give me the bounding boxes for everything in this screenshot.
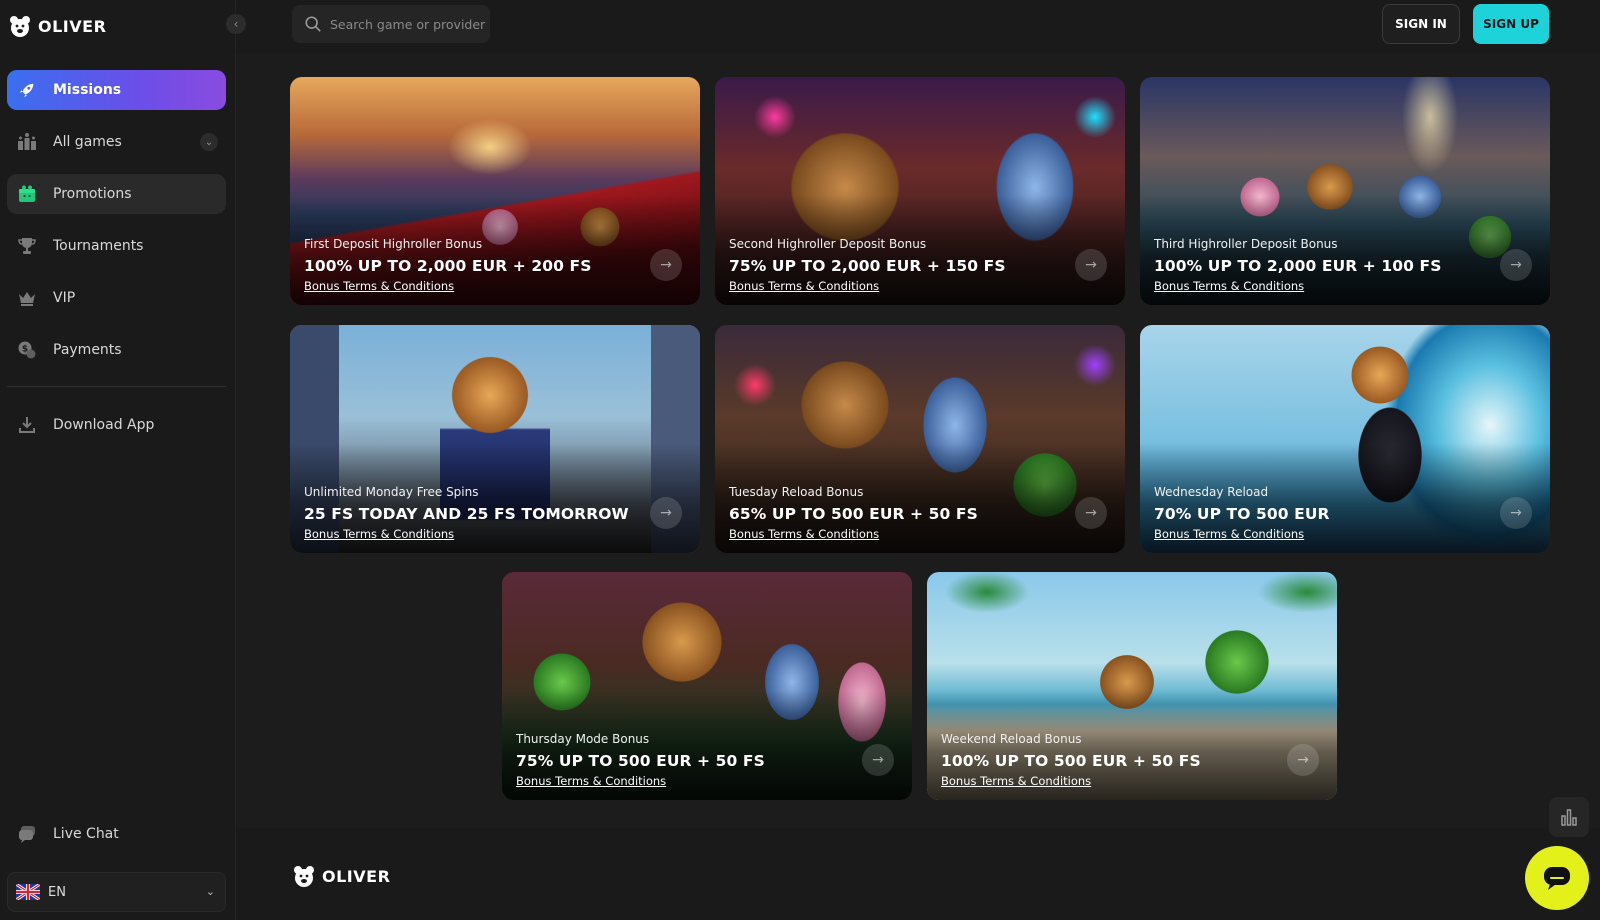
crown-icon [17,288,37,308]
uk-flag-icon [16,884,40,900]
top-header: SIGN IN SIGN UP [236,0,1600,54]
promo-terms-link[interactable]: Bonus Terms & Conditions [729,527,879,541]
arrow-right-icon[interactable]: → [650,249,682,281]
search-box[interactable] [292,5,490,43]
sidebar-item-label: Download App [53,417,155,433]
promo-terms-link[interactable]: Bonus Terms & Conditions [516,774,666,788]
sidebar-nav: Missions All games ⌄ Promotions Tourname… [7,70,226,382]
promo-terms-link[interactable]: Bonus Terms & Conditions [304,279,454,293]
promo-title: 75% UP TO 2,000 EUR + 150 FS [729,257,1006,275]
sidebar-collapse-button[interactable]: ‹ [226,14,246,34]
sidebar-item-label: Promotions [53,186,132,202]
promo-subtitle: Second Highroller Deposit Bonus [729,237,927,251]
sidebar-item-label: Payments [53,342,122,358]
promo-card[interactable]: Second Highroller Deposit Bonus 75% UP T… [715,77,1125,305]
sidebar-item-tournaments[interactable]: Tournaments [7,226,226,266]
sidebar-item-all-games[interactable]: All games ⌄ [7,122,226,162]
rocket-icon [17,80,37,100]
promo-title: 100% UP TO 500 EUR + 50 FS [941,752,1201,770]
arrow-right-icon[interactable]: → [862,744,894,776]
sign-in-button[interactable]: SIGN IN [1382,4,1460,44]
brand-name: OLIVER [322,866,391,886]
promo-subtitle: First Deposit Highroller Bonus [304,237,483,251]
promo-title: 65% UP TO 500 EUR + 50 FS [729,505,978,523]
live-chat-section: Live Chat [7,814,226,866]
footer-logo[interactable]: OLIVER [292,864,390,888]
promo-title: 100% UP TO 2,000 EUR + 200 FS [304,257,592,275]
arrow-right-icon[interactable]: → [1500,497,1532,529]
bear-logo-icon [294,866,314,887]
sidebar-item-label: All games [53,134,122,150]
promo-subtitle: Weekend Reload Bonus [941,732,1082,746]
sidebar-item-missions[interactable]: Missions [7,70,226,110]
arrow-right-icon[interactable]: → [1075,497,1107,529]
arrow-right-icon[interactable]: → [1075,249,1107,281]
promo-terms-link[interactable]: Bonus Terms & Conditions [729,279,879,293]
arrow-right-icon[interactable]: → [1287,744,1319,776]
sidebar-item-vip[interactable]: VIP [7,278,226,318]
sidebar-item-download-app[interactable]: Download App [7,405,226,445]
stats-button[interactable] [1549,797,1589,837]
chevron-down-icon[interactable]: ⌄ [200,133,218,151]
chevron-down-icon: ⌄ [205,885,215,898]
live-chat-button[interactable] [1525,846,1589,910]
sidebar-item-label: VIP [53,290,76,306]
promo-subtitle: Tuesday Reload Bonus [729,485,864,499]
promo-card[interactable]: First Deposit Highroller Bonus 100% UP T… [290,77,700,305]
bar-chart-icon [1561,809,1577,826]
trophy-icon [17,236,37,256]
brand-name: OLIVER [38,16,107,36]
promo-card[interactable]: Thursday Mode Bonus 75% UP TO 500 EUR + … [502,572,912,800]
language-code: EN [48,884,66,900]
chat-bubble-icon [1544,867,1570,890]
sidebar-item-payments[interactable]: $ Payments [7,330,226,370]
bear-logo-icon [10,16,30,37]
promo-subtitle: Wednesday Reload [1154,485,1269,499]
promo-subtitle: Unlimited Monday Free Spins [304,485,479,499]
promo-card[interactable]: Weekend Reload Bonus 100% UP TO 500 EUR … [927,572,1337,800]
chevron-left-icon: ‹ [233,17,239,31]
promo-terms-link[interactable]: Bonus Terms & Conditions [304,527,454,541]
page-footer: OLIVER [236,828,1600,920]
promo-terms-link[interactable]: Bonus Terms & Conditions [1154,527,1304,541]
promo-terms-link[interactable]: Bonus Terms & Conditions [941,774,1091,788]
promo-subtitle: Third Highroller Deposit Bonus [1154,237,1338,251]
sidebar-item-live-chat[interactable]: Live Chat [7,814,226,854]
sidebar-item-label: Tournaments [53,238,144,254]
chat-icon [17,824,37,844]
promo-card[interactable]: Unlimited Monday Free Spins 25 FS TODAY … [290,325,700,553]
sidebar-item-promotions[interactable]: Promotions [7,174,226,214]
search-icon [305,16,321,32]
arrow-right-icon[interactable]: → [1500,249,1532,281]
download-section: Download App [7,405,226,457]
promo-title: 100% UP TO 2,000 EUR + 100 FS [1154,257,1442,275]
promo-terms-link[interactable]: Bonus Terms & Conditions [1154,279,1304,293]
search-input[interactable] [330,16,490,32]
promo-card[interactable]: Wednesday Reload 70% UP TO 500 EUR Bonus… [1140,325,1550,553]
promo-title: 25 FS TODAY AND 25 FS TOMORROW [304,505,629,523]
sidebar-divider [7,386,226,387]
brand-logo[interactable]: OLIVER [8,14,106,38]
promo-title: 75% UP TO 500 EUR + 50 FS [516,752,765,770]
coins-icon: $ [17,340,37,360]
language-selector[interactable]: EN ⌄ [7,872,226,912]
gift-icon [17,184,37,204]
download-icon [17,415,37,435]
promo-card[interactable]: Third Highroller Deposit Bonus 100% UP T… [1140,77,1550,305]
sidebar-item-label: Missions [53,82,122,98]
arrow-right-icon[interactable]: → [650,497,682,529]
sign-up-button[interactable]: SIGN UP [1473,4,1549,44]
promo-title: 70% UP TO 500 EUR [1154,505,1330,523]
sidebar-item-label: Live Chat [53,826,119,842]
promo-card[interactable]: Tuesday Reload Bonus 65% UP TO 500 EUR +… [715,325,1125,553]
games-icon [17,132,37,152]
sidebar: OLIVER ‹ Missions All games ⌄ Promotions [0,0,246,920]
promo-subtitle: Thursday Mode Bonus [516,732,650,746]
